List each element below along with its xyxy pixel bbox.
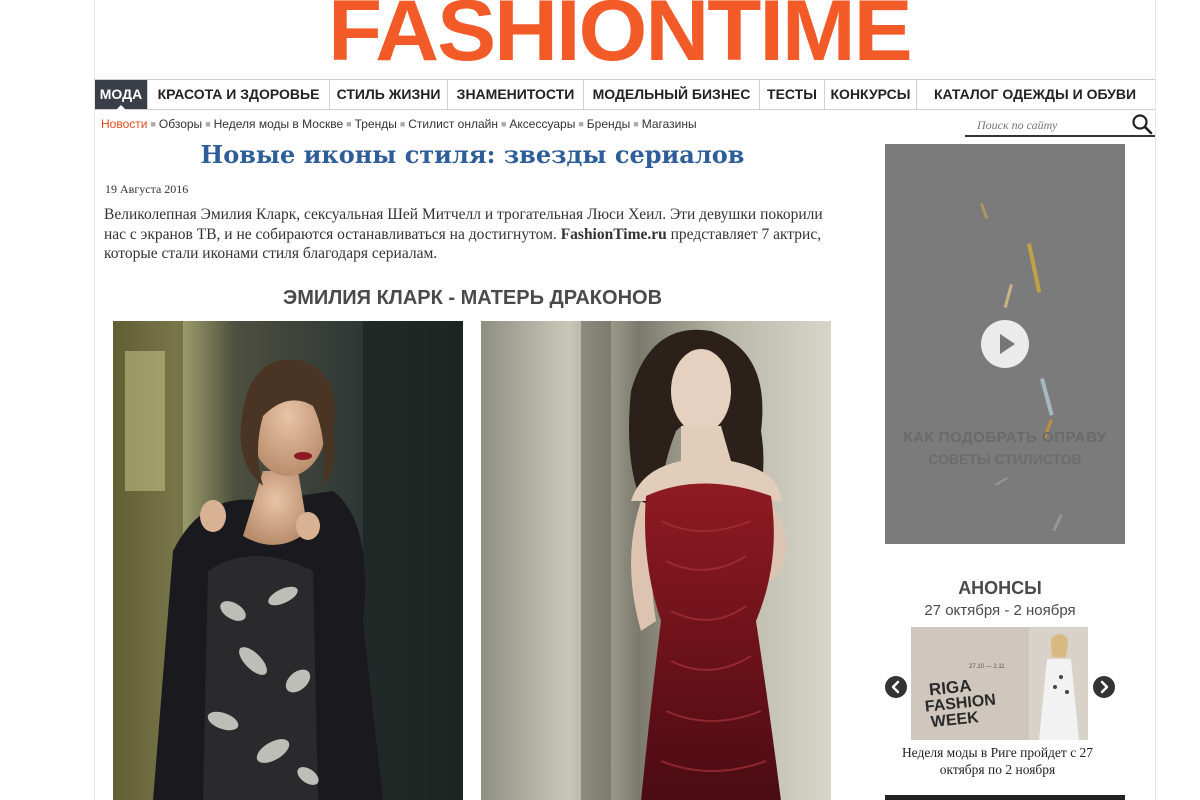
anons-banner[interactable]: 27.10 — 2.11 RIGA FASHION WEEK [911,627,1088,740]
nav-item-celebrities[interactable]: ЗНАМЕНИТОСТИ [448,80,584,109]
sub-nav-separator: ■ [633,119,639,129]
article-title: Новые иконы стиля: звезды сериалов [200,140,745,169]
nav-item-contests[interactable]: КОНКУРСЫ [825,80,917,109]
carousel-prev-button[interactable] [885,676,907,698]
sub-nav: Новости ■ Обзоры ■ Неделя моды в Москве ■ Трен… [101,117,697,131]
banner-dates: 27.10 — 2.11 [969,664,1005,670]
nav-item-catalog[interactable]: КАТАЛОГ ОДЕЖДЫ И ОБУВИ [917,80,1153,109]
sub-nav-moscow-fashion-week[interactable]: Неделя моды в Москве [214,117,344,131]
sub-nav-separator: ■ [150,119,156,129]
video-caption-title: КАК ПОДОБРАТЬ ОПРАВУ [903,429,1107,446]
search-input[interactable] [977,116,1127,134]
main-nav: МОДА КРАСОТА И ЗДОРОВЬЕ СТИЛЬ ЖИЗНИ ЗНАМ… [95,79,1155,110]
article-photo-1 [113,321,463,800]
anons-dates: 27 октября - 2 ноября [924,602,1076,619]
video-caption-subtitle: СОВЕТЫ СТИЛИСТОВ [928,451,1082,467]
article-date: 19 Августа 2016 [105,182,189,196]
logo-text: FASHIONTIME [328,0,913,62]
anons-title: АНОНСЫ [958,578,1042,598]
sub-nav-separator: ■ [205,119,211,129]
sub-nav-trends[interactable]: Тренды [355,117,397,131]
chevron-left-icon [891,680,900,694]
chevron-right-icon [1100,680,1109,694]
sub-nav-separator: ■ [346,119,352,129]
sub-nav-separator: ■ [578,119,584,129]
article-photo-2 [481,321,831,800]
play-button[interactable] [981,320,1029,368]
anons-caption-link[interactable]: Неделя моды в Риге пройдет с 27 октября … [885,744,1110,778]
nav-item-beauty[interactable]: КРАСОТА И ЗДОРОВЬЕ [148,80,330,109]
sub-nav-stylist-online[interactable]: Стилист онлайн [408,117,498,131]
carousel-next-button[interactable] [1093,676,1115,698]
article-lead: Великолепная Эмилия Кларк, сексуальная Ш… [104,205,824,264]
lead-site-name[interactable]: FashionTime.ru [561,226,667,243]
sub-nav-separator: ■ [500,119,507,129]
nav-item-moda[interactable]: МОДА [95,80,148,110]
nav-item-tests[interactable]: ТЕСТЫ [760,80,825,109]
nav-item-lifestyle[interactable]: СТИЛЬ ЖИЗНИ [330,80,448,109]
sub-nav-shops[interactable]: Магазины [642,117,697,131]
sub-nav-brands[interactable]: Бренды [587,117,630,131]
next-widget-edge [885,795,1125,800]
video-ad[interactable]: КАК ПОДОБРАТЬ ОПРАВУ СОВЕТЫ СТИЛИСТОВ [885,144,1125,544]
section-heading: ЭМИЛИЯ КЛАРК - МАТЕРЬ ДРАКОНОВ [282,287,663,309]
sub-nav-separator: ■ [399,119,406,129]
search-icon[interactable] [1131,113,1153,135]
search-box [965,111,1155,137]
nav-item-model-business[interactable]: МОДЕЛЬНЫЙ БИЗНЕС [584,80,760,109]
sub-nav-accessories[interactable]: Аксессуары [509,117,575,131]
sub-nav-news[interactable]: Новости [101,117,147,131]
site-logo[interactable]: FASHIONTIME [328,0,922,62]
sub-nav-reviews[interactable]: Обзоры [159,117,202,131]
